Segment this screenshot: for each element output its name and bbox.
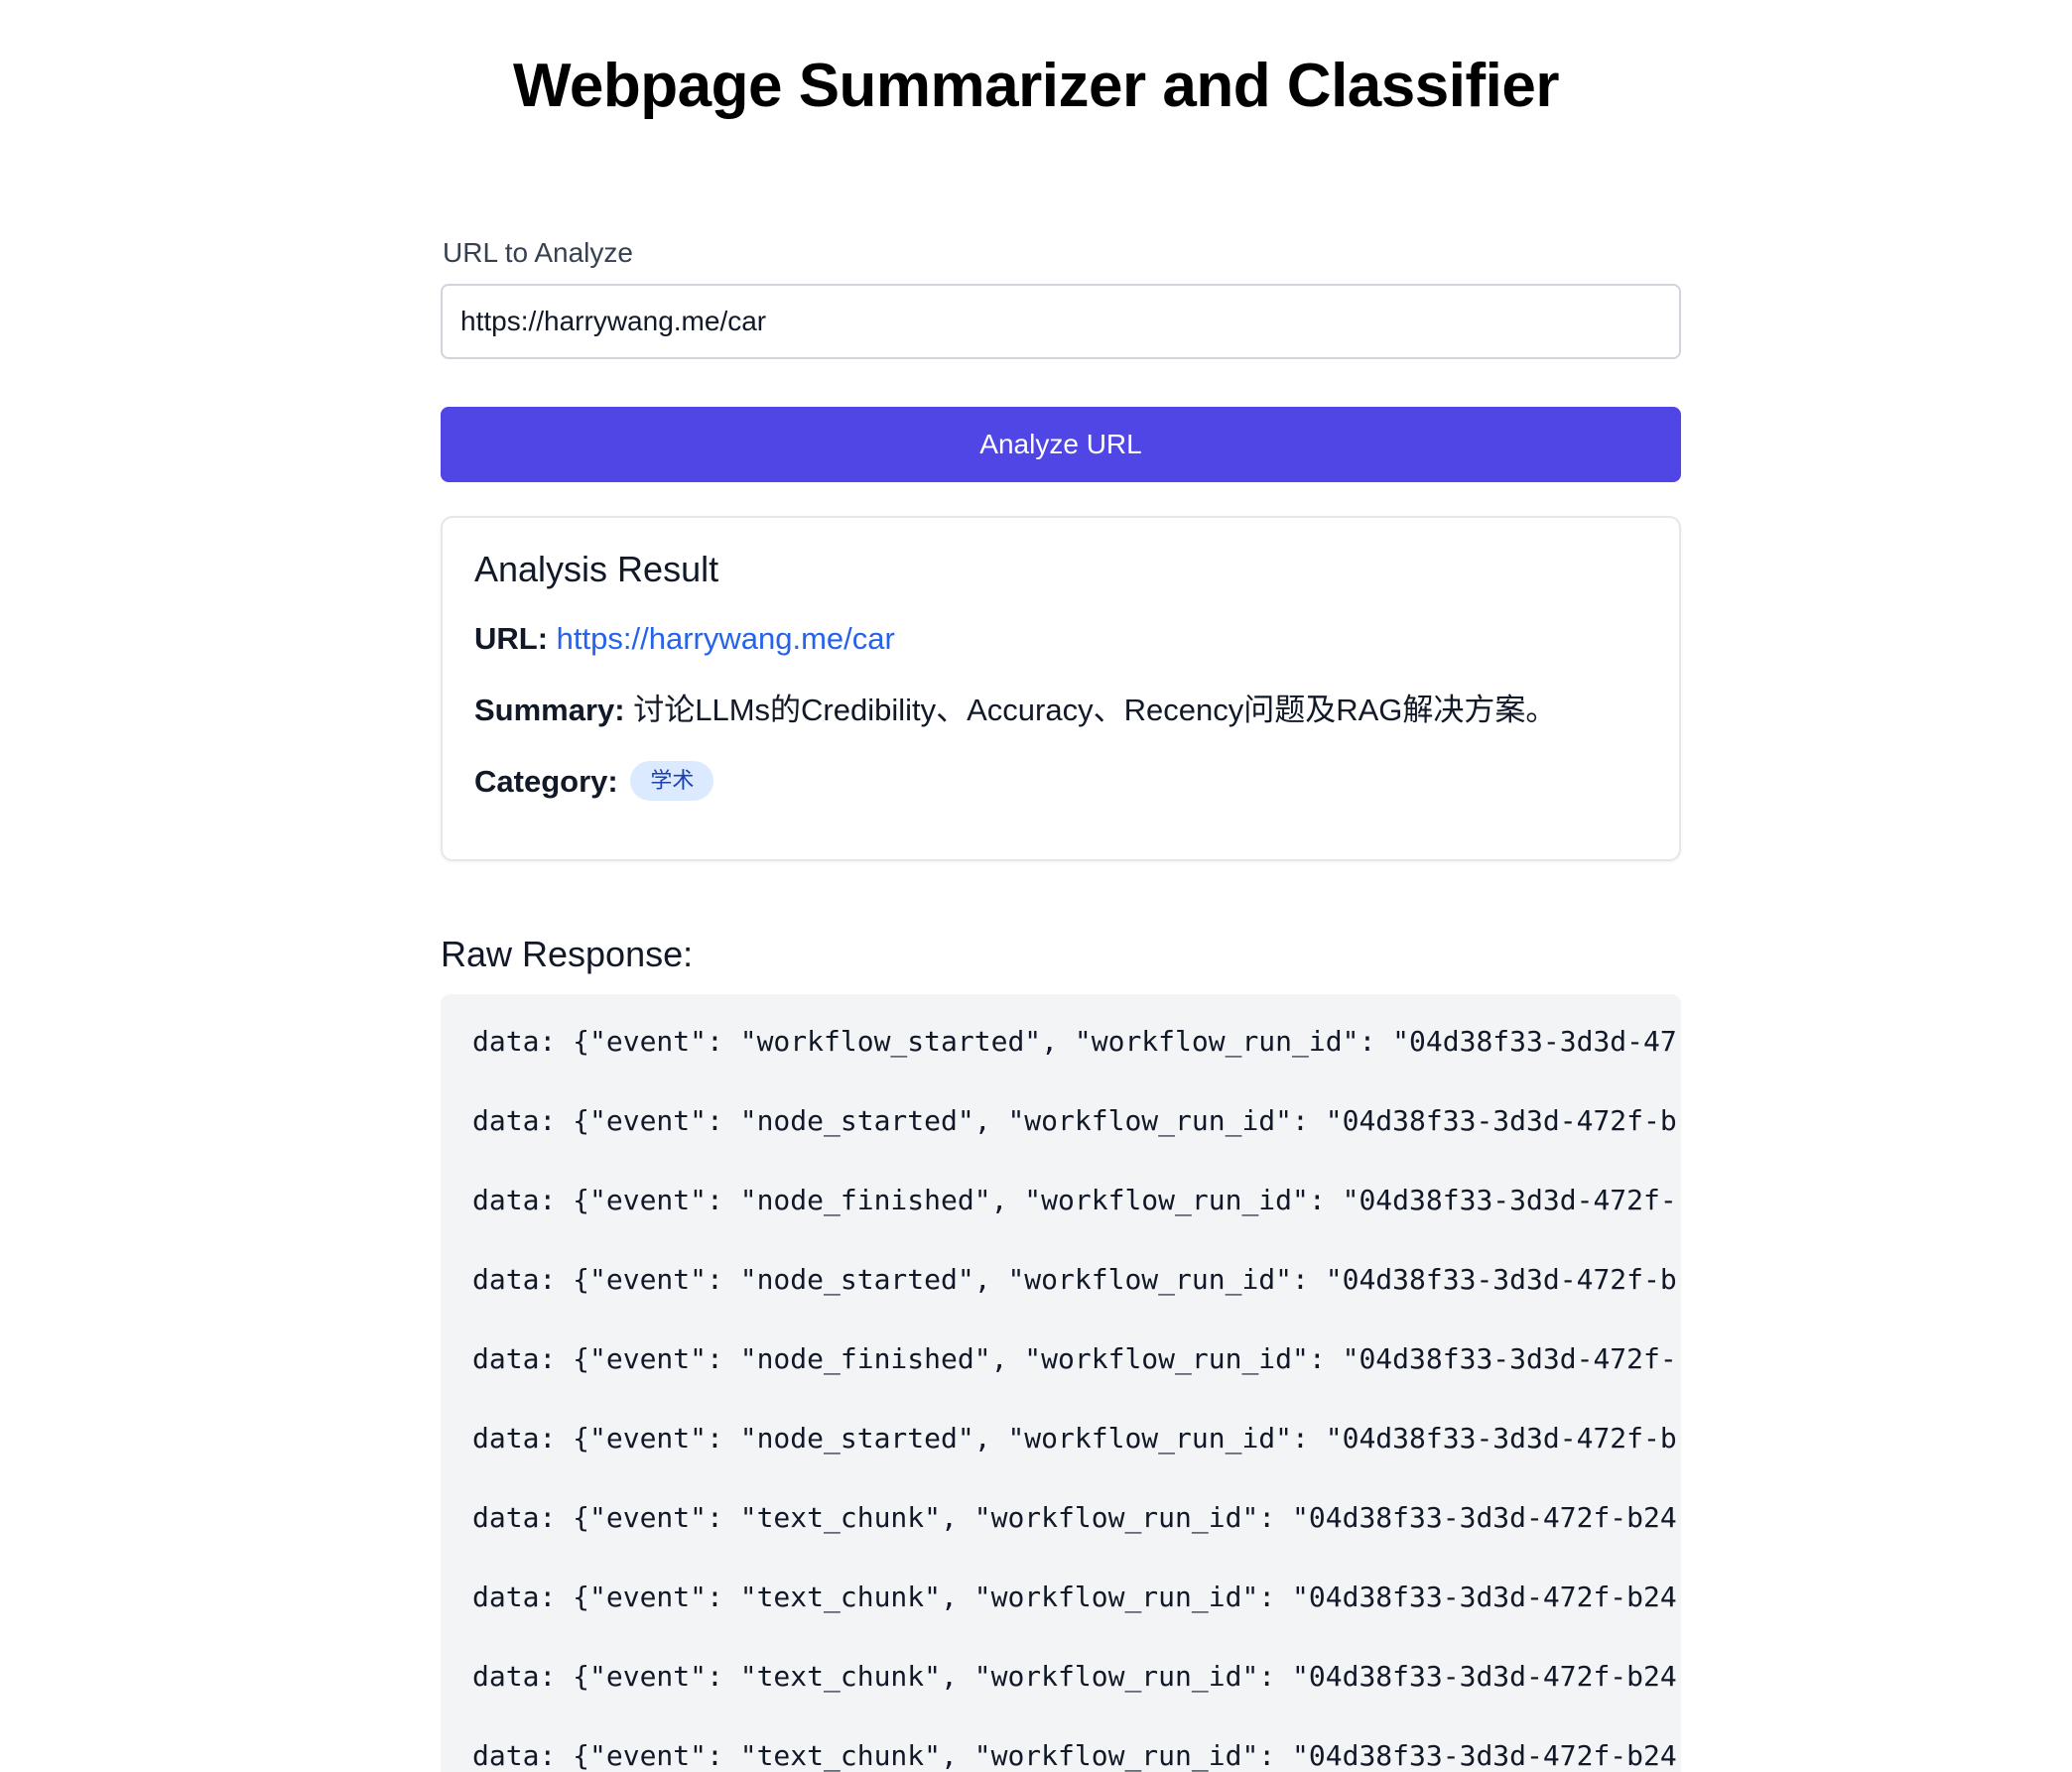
- raw-response-line: data: {"event": "node_finished", "workfl…: [472, 1184, 1677, 1216]
- result-url-link[interactable]: https://harrywang.me/car: [557, 621, 895, 656]
- raw-response-line: data: {"event": "text_chunk", "workflow_…: [472, 1660, 1677, 1693]
- analysis-result-card: Analysis Result URL: https://harrywang.m…: [441, 516, 1681, 861]
- result-summary-row: Summary: 讨论LLMs的Credibility、Accuracy、Rec…: [474, 691, 1647, 730]
- raw-response-line: data: {"event": "node_started", "workflo…: [472, 1422, 1677, 1455]
- raw-response-title: Raw Response:: [441, 934, 694, 974]
- result-summary-key: Summary:: [474, 693, 625, 727]
- result-summary-value: 讨论LLMs的Credibility、Accuracy、Recency问题及RA…: [633, 693, 1557, 727]
- raw-response-line: data: {"event": "text_chunk", "workflow_…: [472, 1501, 1677, 1534]
- raw-response-line: data: {"event": "workflow_started", "wor…: [472, 1025, 1677, 1058]
- url-label: URL to Analyze: [443, 237, 633, 268]
- category-badge: 学术: [630, 760, 714, 801]
- result-url-row: URL: https://harrywang.me/car: [474, 619, 1647, 659]
- raw-response-line: data: {"event": "text_chunk", "workflow_…: [472, 1581, 1677, 1613]
- analyze-url-button[interactable]: Analyze URL: [441, 407, 1681, 482]
- result-category-key: Category:: [474, 764, 618, 799]
- raw-response-box[interactable]: data: {"event": "workflow_started", "wor…: [441, 994, 1681, 1772]
- analysis-result-title: Analysis Result: [474, 549, 719, 589]
- raw-response-line: data: {"event": "text_chunk", "workflow_…: [472, 1739, 1677, 1772]
- raw-response-line: data: {"event": "node_started", "workflo…: [472, 1104, 1677, 1137]
- page-title: Webpage Summarizer and Classifier: [513, 52, 1559, 120]
- result-url-key: URL:: [474, 621, 549, 656]
- raw-response-line: data: {"event": "node_started", "workflo…: [472, 1263, 1677, 1296]
- raw-response-line: data: {"event": "node_finished", "workfl…: [472, 1342, 1677, 1375]
- url-input[interactable]: [441, 284, 1681, 359]
- result-category-row: Category: 学术: [474, 760, 1647, 804]
- main-content: URL to Analyze Analyze URL Analysis Resu…: [441, 230, 1681, 1772]
